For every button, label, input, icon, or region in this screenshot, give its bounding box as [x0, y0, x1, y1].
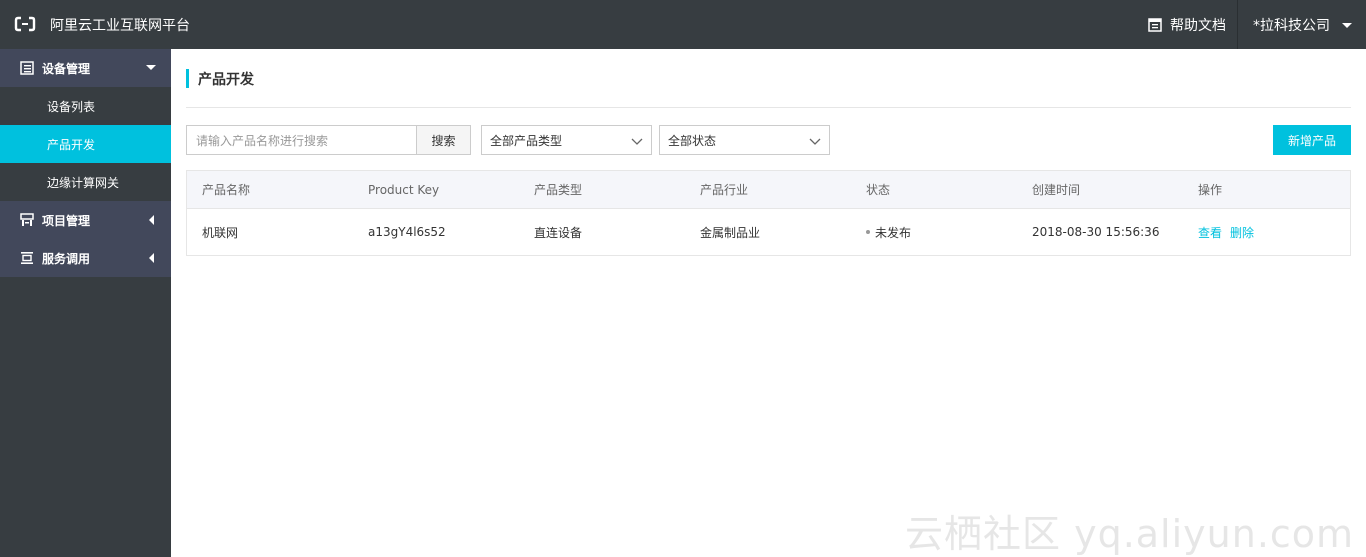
status-cell: 未发布	[866, 209, 911, 255]
column-header: 创建时间	[1032, 183, 1081, 197]
actions-cell: 查看 删除	[1198, 209, 1262, 255]
sidebar-group-label: 设备管理	[42, 61, 91, 76]
sidebar: 设备管理 设备列表 产品开发 边缘计算网关 项目管理 服务调用	[0, 49, 171, 557]
status-badge: 未发布	[875, 225, 912, 240]
column-header: Product Key	[368, 182, 440, 197]
status-dot-icon	[866, 230, 870, 234]
search-button[interactable]: 搜索	[416, 125, 471, 155]
sidebar-group-label: 服务调用	[42, 251, 91, 266]
sidebar-group-project-management[interactable]: 项目管理	[0, 201, 171, 239]
help-docs-label: 帮助文档	[1170, 18, 1226, 34]
sidebar-group-service-call[interactable]: 服务调用	[0, 239, 171, 277]
watermark: 云栖社区 yq.aliyun.com	[905, 512, 1355, 556]
chevron-down-icon	[146, 65, 156, 70]
column-header: 状态	[866, 183, 891, 197]
column-header: 产品名称	[202, 183, 251, 197]
sidebar-group-device-management[interactable]: 设备管理	[0, 49, 171, 87]
product-industry-cell: 金属制品业	[700, 225, 761, 240]
sidebar-item-device-list[interactable]: 设备列表	[0, 87, 171, 125]
view-link[interactable]: 查看	[1198, 224, 1222, 241]
status-select[interactable]: 全部状态	[659, 125, 830, 155]
created-time-cell: 2018-08-30 15:56:36	[1032, 225, 1160, 239]
column-header: 操作	[1198, 183, 1223, 197]
chevron-down-icon	[631, 138, 643, 145]
product-table: 产品名称 Product Key 产品类型 产品行业 状态 创建时间 操作 机联…	[186, 170, 1351, 256]
help-docs-link[interactable]: 帮助文档	[1148, 15, 1226, 35]
product-type-select[interactable]: 全部产品类型	[481, 125, 652, 155]
table-row: 机联网 a13gY4l6s52 直连设备 金属制品业 未发布 2018-08-3…	[187, 209, 1350, 255]
document-icon	[1148, 18, 1162, 32]
table-header: 产品名称 Product Key 产品类型 产品行业 状态 创建时间 操作	[187, 171, 1350, 209]
column-header: 产品行业	[700, 183, 749, 197]
title-accent-bar	[186, 69, 189, 88]
device-list-icon	[20, 61, 34, 75]
main-content: 产品开发 请输入产品名称进行搜索 搜索 全部产品类型 全部状态 新增产品 产品名…	[171, 49, 1366, 557]
sidebar-group-label: 项目管理	[42, 213, 91, 228]
add-product-button[interactable]: 新增产品	[1273, 125, 1351, 155]
service-icon	[20, 251, 34, 265]
chevron-down-icon	[1342, 22, 1352, 28]
delete-link[interactable]: 删除	[1230, 224, 1254, 241]
status-value: 全部状态	[668, 133, 717, 148]
company-label: *拉科技公司	[1253, 18, 1330, 34]
sidebar-item-label: 产品开发	[47, 137, 96, 152]
product-key-cell: a13gY4l6s52	[368, 225, 446, 239]
chevron-left-icon	[149, 253, 154, 263]
sidebar-item-edge-gateway[interactable]: 边缘计算网关	[0, 163, 171, 201]
chevron-left-icon	[149, 215, 154, 225]
company-dropdown[interactable]: *拉科技公司	[1253, 15, 1352, 35]
chevron-down-icon	[809, 138, 821, 145]
divider	[186, 107, 1351, 108]
column-header: 产品类型	[534, 183, 583, 197]
product-name-cell: 机联网	[202, 225, 239, 240]
product-type-cell: 直连设备	[534, 225, 583, 240]
topbar-divider	[1237, 0, 1238, 49]
project-icon	[20, 213, 34, 227]
sidebar-item-product-development[interactable]: 产品开发	[0, 125, 171, 163]
sidebar-item-label: 边缘计算网关	[47, 175, 120, 190]
page-header: 产品开发	[186, 69, 254, 88]
product-type-value: 全部产品类型	[490, 133, 563, 148]
top-bar: 阿里云工业互联网平台 帮助文档 *拉科技公司	[0, 0, 1366, 49]
app-title: 阿里云工业互联网平台	[50, 18, 190, 34]
sidebar-item-label: 设备列表	[47, 99, 96, 114]
search-input[interactable]: 请输入产品名称进行搜索	[186, 125, 417, 155]
page-title: 产品开发	[198, 71, 254, 88]
aliyun-logo-icon[interactable]	[14, 15, 36, 33]
